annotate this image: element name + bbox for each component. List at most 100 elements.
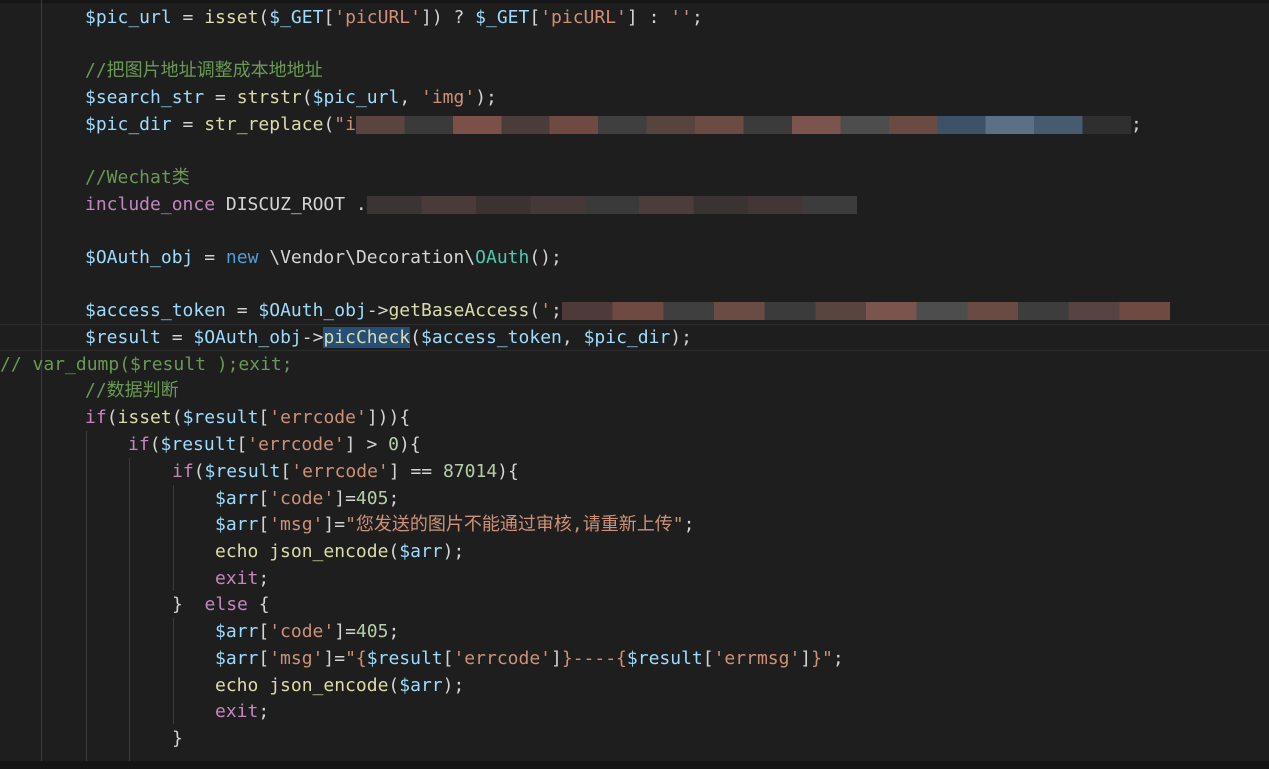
- code-token: ;: [388, 621, 400, 642]
- code-token: 'code': [269, 621, 335, 642]
- code-line[interactable]: $search_str = strstr($pic_url, 'img');: [85, 84, 497, 111]
- code-token: $result: [366, 648, 443, 669]
- code-token: $arr: [215, 648, 259, 669]
- code-line[interactable]: if($result['errcode'] == 87014){: [172, 458, 519, 485]
- code-token: "i: [334, 114, 356, 135]
- code-token: 'img': [421, 87, 476, 108]
- code-token: $result: [85, 327, 161, 348]
- code-token: exit: [215, 568, 259, 589]
- code-token: [: [258, 514, 270, 535]
- code-token: //数据判断: [85, 380, 179, 401]
- code-line[interactable]: //把图片地址调整成本地地址: [85, 57, 323, 84]
- code-token: }: [172, 728, 183, 749]
- code-token: [: [258, 407, 270, 428]
- code-line[interactable]: }: [172, 725, 183, 752]
- code-line[interactable]: //Wechat类: [85, 164, 190, 191]
- code-token: picCheck: [323, 327, 411, 348]
- editor-bottom-edge: [0, 761, 1269, 769]
- code-token: (: [149, 434, 161, 455]
- code-token: $_GET: [475, 7, 530, 28]
- code-token: ] >: [344, 434, 389, 455]
- code-line[interactable]: echo json_encode($arr);: [215, 538, 464, 565]
- code-token: 405: [355, 621, 389, 642]
- code-token: ]: [800, 648, 812, 669]
- code-line[interactable]: $OAuth_obj = new \Vendor\Decoration\OAut…: [85, 244, 562, 271]
- code-line[interactable]: $arr['msg']="{$result['errcode']}----{$r…: [215, 645, 844, 672]
- code-token: $pic_dir: [85, 114, 172, 135]
- code-token: $pic_dir: [583, 327, 671, 348]
- code-token: (: [106, 407, 118, 428]
- code-token: (: [388, 675, 400, 696]
- code-line[interactable]: } else {: [172, 591, 270, 618]
- code-token: $pic_url: [312, 87, 400, 108]
- code-token: [: [529, 7, 541, 28]
- code-token: isset: [117, 407, 172, 428]
- code-token: $OAuth_obj: [85, 247, 194, 268]
- code-line[interactable]: $result = $OAuth_obj->picCheck($access_t…: [85, 324, 692, 351]
- code-line[interactable]: echo json_encode($arr);: [215, 672, 464, 699]
- code-line[interactable]: exit;: [215, 565, 269, 592]
- code-token: ]=: [334, 621, 356, 642]
- code-token: ]=: [334, 488, 356, 509]
- code-token: $access_token: [85, 300, 226, 321]
- code-token: ;: [258, 568, 270, 589]
- code-token: $arr: [399, 675, 443, 696]
- code-line[interactable]: exit;: [215, 698, 269, 725]
- code-token: ]) ?: [420, 7, 476, 28]
- code-token: getBaseAccess: [388, 300, 530, 321]
- code-token: "您发送的图片不能通过审核,请重新上传": [345, 514, 684, 535]
- code-token: $_GET: [269, 7, 324, 28]
- code-token: ] :: [626, 7, 671, 28]
- code-token: );: [475, 87, 497, 108]
- code-token: ]: [551, 648, 562, 669]
- code-token: }: [172, 594, 205, 615]
- code-token: [: [236, 434, 248, 455]
- code-line[interactable]: $arr['code']=405;: [215, 618, 399, 645]
- code-line[interactable]: $pic_dir = str_replace("i;: [85, 111, 1142, 138]
- code-token: $result: [626, 648, 703, 669]
- code-token: echo: [215, 675, 259, 696]
- indent-guide: [86, 431, 87, 761]
- code-line[interactable]: // var_dump($result );exit;: [0, 351, 293, 378]
- code-token: ){: [497, 461, 519, 482]
- code-line[interactable]: if(isset($result['errcode'])){: [85, 404, 410, 431]
- code-token: $arr: [215, 621, 259, 642]
- code-line[interactable]: $pic_url = isset($_GET['picURL']) ? $_GE…: [85, 4, 703, 31]
- code-line[interactable]: $arr['code']=405;: [215, 485, 399, 512]
- code-token: {: [247, 594, 270, 615]
- code-token: ] ==: [388, 461, 443, 482]
- code-token: =: [193, 247, 226, 268]
- code-token: 'msg': [269, 514, 324, 535]
- code-token: '': [670, 7, 692, 28]
- code-line[interactable]: if($result['errcode'] > 0){: [128, 431, 421, 458]
- code-line[interactable]: $access_token = $OAuth_obj->getBaseAcces…: [85, 297, 1170, 324]
- redacted-region: [355, 116, 1131, 134]
- code-line[interactable]: include_once DISCUZ_ROOT .: [85, 191, 857, 218]
- indent-guide: [173, 618, 174, 724]
- code-token: (: [171, 407, 183, 428]
- code-token: =: [204, 87, 237, 108]
- code-token: ,: [399, 87, 421, 108]
- code-token: 405: [355, 488, 389, 509]
- code-token: ){: [398, 434, 421, 455]
- code-token: [: [323, 7, 335, 28]
- code-token: [: [280, 461, 292, 482]
- redacted-region: [561, 302, 1170, 320]
- code-token: ->: [366, 300, 389, 321]
- code-token: //Wechat类: [85, 167, 190, 188]
- code-line[interactable]: //数据判断: [85, 377, 179, 404]
- code-token: );: [442, 541, 465, 562]
- code-token: strstr: [236, 87, 302, 108]
- code-token: ->: [301, 327, 324, 348]
- code-token: );: [442, 675, 465, 696]
- code-editor[interactable]: $pic_url = isset($_GET['picURL']) ? $_GE…: [0, 0, 1269, 769]
- code-token: }----{: [561, 648, 627, 669]
- code-token: ': [540, 300, 552, 321]
- code-token: ]=: [323, 514, 346, 535]
- code-token: DISCUZ_ROOT .: [215, 194, 367, 215]
- code-token: $pic_url: [85, 7, 172, 28]
- code-token: (: [529, 300, 541, 321]
- code-line[interactable]: $arr['msg']="您发送的图片不能通过审核,请重新上传";: [215, 511, 694, 538]
- code-token: ;: [258, 701, 270, 722]
- code-token: (: [301, 87, 313, 108]
